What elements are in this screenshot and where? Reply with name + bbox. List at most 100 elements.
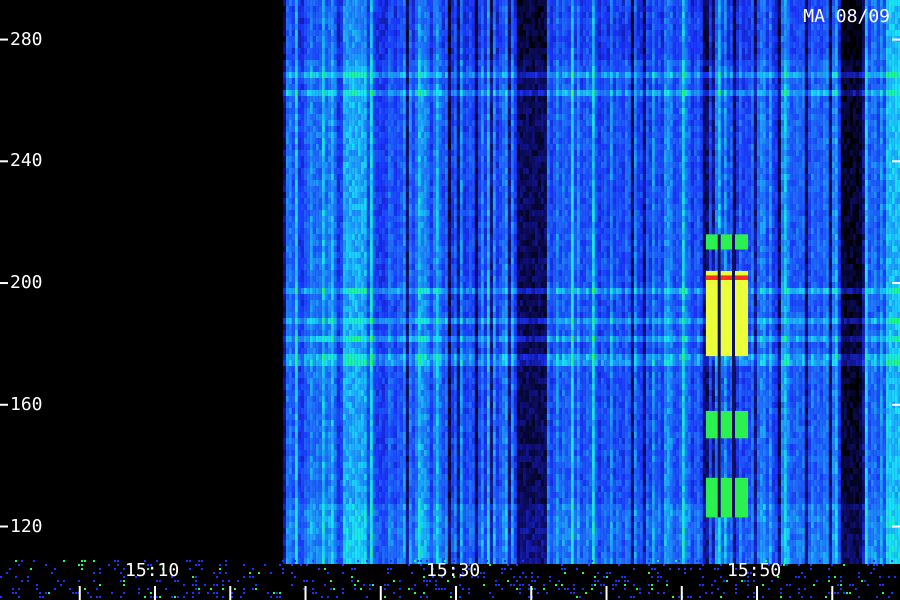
spectrogram-cell (415, 540, 418, 546)
spectrogram-cell (313, 468, 316, 474)
spectrogram-cell (373, 210, 376, 216)
spectrogram-cell (409, 84, 412, 90)
spectrogram-cell (292, 120, 295, 126)
spectrogram-cell (436, 474, 439, 480)
spectrogram-cell (403, 126, 406, 132)
spectrogram-cell (286, 318, 289, 324)
spectrogram-cell (307, 294, 310, 300)
spectrogram-cell (409, 42, 412, 48)
spectrogram-cell (439, 474, 442, 480)
spectrogram-cell (328, 390, 331, 396)
spectrogram-cell (382, 474, 385, 480)
spectrogram-cell (337, 468, 340, 474)
spectrogram-cell (421, 258, 424, 264)
spectrogram-cell (430, 510, 433, 516)
spectrogram-cell (418, 324, 421, 330)
spectrogram-cell (328, 144, 331, 150)
spectrogram-cell (289, 186, 292, 192)
spectrogram-cell (355, 0, 358, 6)
spectrogram-cell (406, 156, 409, 162)
spectrogram-cell (370, 24, 373, 30)
spectrogram-cell (343, 378, 346, 384)
spectrogram-cell (295, 36, 298, 42)
spectrogram-cell (310, 234, 313, 240)
spectrogram-cell (385, 252, 388, 258)
spectrogram-cell (391, 96, 394, 102)
spectrogram-cell (295, 156, 298, 162)
spectrogram-cell (322, 336, 325, 342)
spectrogram-cell (352, 372, 355, 378)
spectrogram-cell (430, 456, 433, 462)
spectrogram-cell (283, 120, 286, 126)
spectrogram-cell (295, 84, 298, 90)
spectrogram-cell (367, 120, 370, 126)
spectrogram-cell (436, 174, 439, 180)
spectrogram-cell (415, 66, 418, 72)
spectrogram-cell (379, 438, 382, 444)
spectrogram-cell (355, 6, 358, 12)
spectrogram-cell (418, 96, 421, 102)
spectrogram-cell (286, 306, 289, 312)
spectrogram-cell (385, 12, 388, 18)
spectrogram-cell (427, 198, 430, 204)
spectrogram-cell (313, 444, 316, 450)
spectrogram-cell (403, 384, 406, 390)
spectrogram-cell (355, 252, 358, 258)
spectrogram-cell (301, 336, 304, 342)
spectrogram-cell (304, 84, 307, 90)
spectrogram-cell (409, 210, 412, 216)
spectrogram-cell (406, 12, 409, 18)
spectrogram-cell (382, 342, 385, 348)
spectrogram-cell (391, 462, 394, 468)
spectrogram-cell (424, 102, 427, 108)
spectrogram-cell (373, 414, 376, 420)
spectrogram-cell (304, 354, 307, 360)
spectrogram-cell (292, 342, 295, 348)
spectrogram-cell (415, 252, 418, 258)
spectrogram-cell (340, 438, 343, 444)
spectrogram-cell (427, 90, 430, 96)
spectrogram-cell (343, 546, 346, 552)
spectrogram-cell (391, 498, 394, 504)
spectrogram-cell (379, 90, 382, 96)
spectrogram-cell (283, 90, 286, 96)
spectrogram-cell (373, 498, 376, 504)
spectrogram-cell (364, 102, 367, 108)
spectrogram-cell (415, 132, 418, 138)
spectrogram-cell (364, 522, 367, 528)
spectrogram-cell (403, 462, 406, 468)
spectrogram-cell (352, 282, 355, 288)
spectrogram-cell (337, 84, 340, 90)
spectrogram-cell (424, 96, 427, 102)
spectrogram-cell (352, 354, 355, 360)
spectrogram-cell (283, 300, 286, 306)
spectrogram-cell (415, 348, 418, 354)
spectrogram-cell (358, 120, 361, 126)
spectrogram-cell (328, 378, 331, 384)
spectrogram-cell (319, 60, 322, 66)
spectrogram-cell (310, 486, 313, 492)
spectrogram-cell (307, 510, 310, 516)
spectrogram-cell (400, 384, 403, 390)
spectrogram-cell (418, 480, 421, 486)
spectrogram-cell (430, 96, 433, 102)
spectrogram-cell (334, 546, 337, 552)
spectrogram-cell (388, 150, 391, 156)
spectrogram-cell (382, 198, 385, 204)
spectrogram-cell (370, 84, 373, 90)
spectrogram-cell (355, 228, 358, 234)
spectrogram-cell (286, 468, 289, 474)
spectrogram-cell (424, 312, 427, 318)
spectrogram-cell (355, 42, 358, 48)
spectrogram-cell (388, 84, 391, 90)
spectrogram-cell (337, 438, 340, 444)
spectrogram-cell (403, 408, 406, 414)
spectrogram-cell (304, 468, 307, 474)
spectrogram-cell (409, 18, 412, 24)
spectrogram-cell (328, 414, 331, 420)
spectrogram-cell (343, 504, 346, 510)
spectrogram-cell (295, 384, 298, 390)
spectrogram-cell (295, 162, 298, 168)
spectrogram-cell (382, 426, 385, 432)
spectrogram-cell (436, 444, 439, 450)
